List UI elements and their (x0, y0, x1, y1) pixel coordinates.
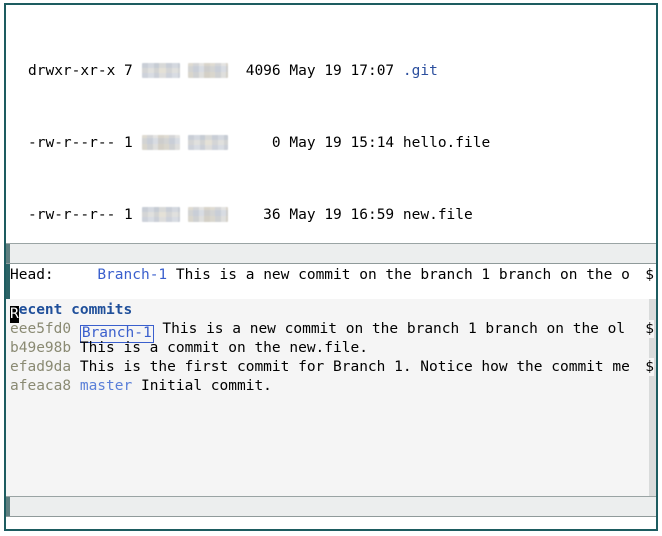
dired-time: 17:07 (350, 63, 395, 79)
dired-link-count: 7 (124, 63, 133, 79)
commit-hash[interactable]: eee5fd0 (10, 321, 71, 337)
magit-head-message: This is a new commit on the branch 1 bra… (175, 267, 630, 283)
dired-file-list[interactable]: drwxr-xr-x 7 4096 May 19 17:07 .git -rw-… (28, 8, 656, 243)
magit-status-buffer[interactable]: Head: Branch-1 This is a new commit on t… (6, 264, 656, 496)
dired-day: 19 (324, 63, 342, 79)
dired-buffer[interactable]: drwxr-xr-x 7 4096 May 19 17:07 .git -rw-… (6, 5, 656, 243)
magit-body[interactable]: Recent commits eee5fd0 Branch-1 This is … (6, 299, 656, 496)
magit-commit-row[interactable]: efad9da This is the first commit for Bra… (10, 358, 630, 376)
dired-day: 19 (324, 135, 342, 151)
dired-month: May (289, 207, 316, 223)
magit-head-line[interactable]: Head: Branch-1 This is a new commit on t… (10, 266, 630, 284)
commit-hash[interactable]: b49e98b (10, 340, 71, 356)
dired-entry-hello[interactable]: -rw-r--r-- 1 0 May 19 15:14 hello.file (28, 134, 656, 152)
magit-head-branch[interactable]: Branch-1 (97, 267, 167, 283)
dired-left-fringe (6, 5, 24, 243)
emacs-frame: drwxr-xr-x 7 4096 May 19 17:07 .git -rw-… (4, 3, 658, 531)
dired-size: 36 (263, 207, 281, 223)
dired-link-count: 1 (124, 135, 133, 151)
commit-message: This is a commit on the new.file. (79, 340, 368, 356)
dired-owner-redacted (141, 207, 180, 222)
dired-time: 16:59 (350, 207, 395, 223)
mode-line-left-edge (6, 497, 10, 516)
magit-section-title: ecent commits (18, 302, 133, 318)
dired-month: May (289, 63, 316, 79)
commit-hash[interactable]: efad9da (10, 359, 71, 375)
dired-owner-redacted (141, 63, 180, 78)
dired-size: 4096 (245, 63, 281, 79)
dired-link-count: 1 (124, 207, 133, 223)
dired-day: 19 (324, 207, 342, 223)
dired-entry-git[interactable]: drwxr-xr-x 7 4096 May 19 17:07 .git (28, 62, 656, 80)
magit-section-recent-commits[interactable]: Recent commits (10, 301, 133, 323)
magit-head-label: Head: (10, 267, 54, 283)
magit-commit-row[interactable]: eee5fd0 Branch-1 This is a new commit on… (10, 320, 626, 343)
dired-permissions: -rw-r--r-- (28, 207, 116, 223)
dired-size: 0 (271, 135, 281, 151)
dired-filename[interactable]: new.file (403, 207, 473, 223)
magit-head-continuation: $ (645, 266, 654, 284)
magit-commit-row[interactable]: b49e98b This is a commit on the new.file… (10, 339, 368, 357)
dired-time: 15:14 (350, 135, 395, 151)
magit-commit-row[interactable]: afeaca8 master Initial commit. (10, 377, 272, 395)
dired-month: May (289, 135, 316, 151)
commit-hash[interactable]: afeaca8 (10, 378, 71, 394)
magit-mode-line[interactable]: U:%%- magit: magit-project All (3,0) (Ma… (6, 496, 656, 517)
dired-owner-redacted (141, 135, 180, 150)
dired-mode-line[interactable]: U:%*- magit-project Bot (10,41) (Dired b… (6, 243, 656, 264)
commit-continuation: $ (645, 358, 654, 376)
echo-area[interactable] (6, 517, 656, 529)
commit-continuation: $ (645, 320, 654, 338)
commit-message: Initial commit. (140, 378, 272, 394)
commit-message: This is the first commit for Branch 1. N… (79, 359, 630, 375)
dired-entry-new[interactable]: -rw-r--r-- 1 36 May 19 16:59 new.file (28, 206, 656, 224)
dired-filename[interactable]: hello.file (403, 135, 490, 151)
commit-message: This is a new commit on the branch 1 bra… (162, 321, 626, 337)
mode-line-left-edge (6, 244, 10, 263)
dired-group-redacted (188, 63, 229, 78)
commit-ref-badge[interactable]: master (80, 378, 132, 394)
dired-filename[interactable]: .git (403, 63, 438, 79)
dired-group-redacted (188, 135, 229, 150)
dired-permissions: drwxr-xr-x (28, 63, 116, 79)
dired-permissions: -rw-r--r-- (28, 135, 116, 151)
dired-group-redacted (188, 207, 229, 222)
